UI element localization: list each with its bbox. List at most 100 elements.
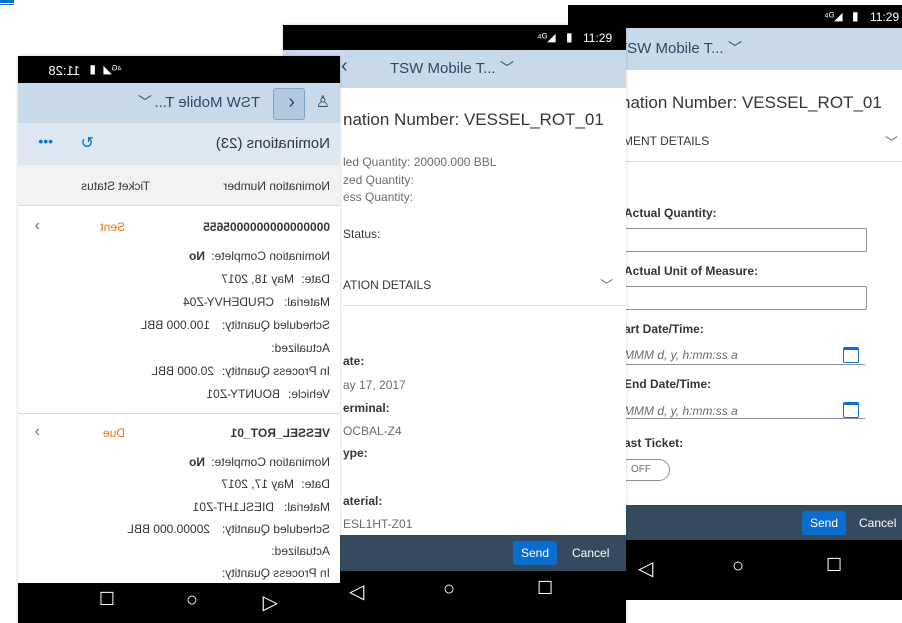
battery-icon: ▮ [852,9,859,23]
field-label: Actualized: [271,544,330,558]
chevron-down-icon[interactable]: ﹀ [728,38,742,58]
field-label: In Process Quantity: [221,364,330,378]
actualized-quantity: zed Quantity: [343,173,414,187]
cancel-button[interactable]: Cancel [572,546,609,560]
home-nav-icon[interactable]: ○ [443,578,455,601]
start-datetime-placeholder: MMM d, y, h:mm:ss a [624,348,738,362]
send-button[interactable]: Send [802,511,846,535]
status-time: 11:29 [870,10,900,24]
material-label: aterial: [343,494,383,508]
actual-quantity-input[interactable] [620,228,867,252]
scheduled-quantity: led Quantity: 20000.000 BBL [343,155,497,169]
list-title: Nominations (23) [215,135,330,152]
chevron-down-icon[interactable]: ﹀ [138,92,152,112]
app-title[interactable]: TSW Mobile T... [154,94,260,111]
signal-icon: ⁴ᴳ◢ [537,32,556,44]
chevron-down-icon[interactable]: ﹀ [885,132,898,151]
field-label: Scheduled Quantity: [221,318,330,332]
status-label: Status: [343,227,381,241]
start-datetime-label: art Date/Time: [624,322,704,336]
terminal-label: erminal: [343,401,390,415]
actual-uom-input[interactable] [620,286,867,310]
field-value: CRUDEHVY-Z04 [183,295,274,309]
chevron-down-icon[interactable]: ﹀ [600,275,613,294]
section-title[interactable]: MENT DETAILS [623,134,709,148]
field-value: DIESL1HT-Z01 [192,500,274,514]
end-datetime-placeholder: MMM d, y, h:mm:ss a [624,404,738,418]
field-value: May 17, 2017 [221,477,294,491]
field-label: Material: [283,295,330,309]
chevron-right-icon[interactable]: › [35,423,40,441]
nomination-number: nation Number: VESSEL_ROT_01 [343,110,604,129]
chevron-down-icon[interactable]: ﹀ [500,58,514,78]
refresh-icon[interactable]: ↻ [81,133,94,153]
battery-icon: ▮ [566,30,573,44]
more-icon[interactable]: ••• [38,133,53,149]
chevron-right-icon[interactable]: › [35,217,40,235]
field-value: 20.000 BBL [151,364,214,378]
corner-accent [0,0,14,3]
col-header-nomination[interactable]: Nomination Number [223,179,330,193]
back-nav-icon[interactable]: ◁ [349,579,364,604]
field-label: Nomination Complete: [211,455,330,469]
recents-nav-icon[interactable]: ☐ [99,589,115,610]
recents-nav-icon[interactable]: ☐ [537,578,553,599]
field-label: In Process Quantity: [221,566,330,580]
nomination-number: 0000000000000005655 [203,220,330,234]
nomination-number: VESSEL_ROT_01 [230,426,330,440]
date-label: ate: [343,354,365,368]
section-divider [343,305,626,306]
actual-uom-label: Actual Unit of Measure: [624,264,759,278]
back-button[interactable]: ‹ [273,88,305,120]
field-label: Vehicle: [287,387,330,401]
send-button[interactable]: Send [513,541,557,565]
field-label: Date: [301,272,330,286]
field-value: May 18, 2017 [221,272,294,286]
battery-icon: ▮ [89,62,96,76]
back-icon[interactable]: ‹ [341,55,348,78]
calendar-icon[interactable] [843,402,859,418]
user-icon[interactable]: ♙ [316,92,330,112]
corner-accent-line [0,4,14,5]
field-value: 20000.000 BBL [127,522,210,536]
column-header-row: Nomination Number Ticket Status [18,165,340,206]
signal-icon: ⁴ᴳ◢ [824,11,843,23]
home-nav-icon[interactable]: ○ [732,555,744,578]
back-icon: ‹ [288,91,295,113]
list-item[interactable]: VESSEL_ROT_01 Due › Nomination Complete:… [18,414,340,581]
field-label: Date: [301,477,330,491]
cancel-button[interactable]: Cancel [859,516,896,530]
back-nav-icon[interactable]: ◁ [263,590,278,615]
section-title[interactable]: ATION DETAILS [343,278,431,292]
app-title[interactable]: TSW Mobile T... [618,40,724,57]
field-label: Material: [283,500,330,514]
last-ticket-label: ast Ticket: [624,436,684,450]
field-value: No [189,455,205,469]
recents-nav-icon[interactable]: ☐ [826,555,842,576]
status-bar: 11:28 ▮ ⁴ᴳ◢ [18,56,340,83]
status-bar: ⁴ᴳ◢ ▮ 11:29 [283,25,626,50]
end-datetime-label: End Date/Time: [624,377,712,391]
field-value: No [189,249,205,263]
list-item[interactable]: 0000000000000005655 Sent › Nomination Co… [18,206,340,414]
section-divider [623,161,902,162]
terminal-value: OCBAL-Z4 [343,424,402,438]
ticket-status: Sent [100,220,125,234]
calendar-icon[interactable] [843,347,859,363]
date-value: ay 17, 2017 [343,378,406,392]
field-label: Scheduled Quantity: [221,522,330,536]
field-label: Actualized: [271,341,330,355]
field-label: Nomination Complete: [211,249,330,263]
app-header: ♙ ‹ TSW Mobile T... ﹀ [18,83,340,123]
field-value: BOUNTY-Z01 [206,387,280,401]
col-header-ticket-status[interactable]: Ticket Status [81,179,150,193]
toggle-label: OFF [631,464,651,475]
back-nav-icon[interactable]: ◁ [638,556,653,581]
home-nav-icon[interactable]: ○ [186,589,198,612]
nav-bar: ◁ ○ ☐ [18,583,340,623]
app-title[interactable]: TSW Mobile T... [390,60,496,77]
in-process-quantity: ess Quantity: [343,190,414,204]
material-value: ESL1HT-Z01 [343,517,413,531]
status-time: 11:28 [48,63,80,78]
type-label: ype: [343,446,368,460]
